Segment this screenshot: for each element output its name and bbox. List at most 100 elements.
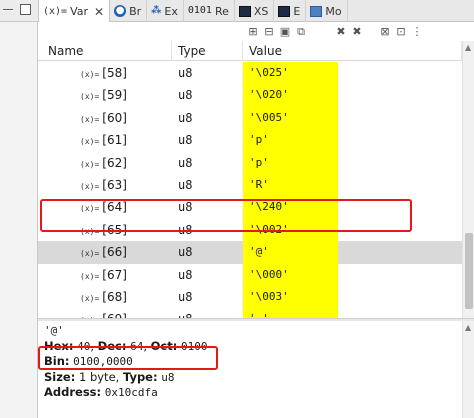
variable-type: u8 [178, 200, 193, 215]
minimize-icon[interactable] [3, 9, 13, 11]
expressions-icon: ⁂ [151, 5, 162, 16]
variable-icon: (x)= [80, 70, 100, 79]
table-row[interactable]: (x)= [64] u8 '\240' [38, 196, 462, 219]
view-toolbar: ⊞ ⊟ ▣ ⧉ ✖ ✖ ⊠ ⊡ ⋮ [38, 22, 474, 42]
variable-value[interactable]: '\000' [243, 263, 338, 286]
variable-name-cell: (x)= [66] [38, 241, 172, 263]
table-row[interactable]: (x)= [60] u8 '\005' [38, 106, 462, 130]
dec-value: 64 [130, 339, 144, 353]
variable-name: [63] [102, 177, 127, 192]
table-row[interactable]: (x)= [67] u8 '\000' [38, 263, 462, 286]
table-row[interactable]: (x)= [59] u8 '\020' [38, 84, 462, 107]
variable-name: [60] [102, 110, 127, 125]
tab-modules[interactable]: Mo [306, 0, 348, 22]
variable-icon: (x)= [80, 271, 100, 281]
column-header-name[interactable]: Name [38, 41, 172, 61]
left-panel-stub [0, 0, 38, 418]
show-type-names-icon[interactable]: ⊟ [262, 25, 276, 39]
terminal-icon [278, 5, 291, 17]
left-panel-tab [0, 0, 38, 22]
variable-name: [64] [102, 200, 127, 215]
table-row[interactable]: (x)= [65] u8 '\002' [38, 218, 462, 242]
view-menu-icon[interactable]: ⋮ [410, 25, 424, 39]
variable-icon: (x)= [80, 293, 100, 303]
tab-label: Var [70, 5, 89, 18]
oct-value: 0100 [181, 339, 208, 353]
variable-name-cell: (x)= [67] [38, 264, 172, 286]
variable-value[interactable]: '\025' [243, 62, 338, 85]
table-body: (x)= [58] u8 '\025' (x)= [59] u8 '\020' (x)= [60]… [38, 62, 462, 318]
tab-label: E [293, 4, 301, 18]
variable-type: u8 [178, 155, 193, 170]
variable-name: [61] [102, 133, 127, 148]
scroll-up-icon[interactable]: ▲ [465, 43, 471, 52]
table-row[interactable]: (x)= [58] u8 '\025' [38, 62, 462, 85]
variable-value[interactable]: ' ' [243, 308, 338, 318]
variable-name-cell: (x)= [61] [38, 129, 172, 151]
xsystem-terminal-icon [238, 5, 251, 17]
tab-registers[interactable]: 0101 Re [184, 0, 235, 22]
variable-value[interactable]: '@' [243, 241, 338, 264]
scroll-up-icon[interactable]: ▲ [465, 323, 471, 332]
tab-label: Br [129, 4, 142, 18]
variable-icon: (x)= [80, 249, 100, 259]
table-row[interactable]: (x)= [63] u8 'R' [38, 173, 462, 197]
variable-type: u8 [178, 267, 193, 282]
variable-value[interactable]: '\005' [243, 106, 338, 130]
column-header-value[interactable]: Value [243, 41, 462, 61]
new-window-icon[interactable]: ⊡ [394, 25, 408, 39]
remove-all-icon[interactable]: ✖ [334, 25, 348, 39]
tab-xsystem[interactable]: XS [235, 0, 275, 22]
table-row[interactable]: (x)= [62] u8 'p' [38, 151, 462, 174]
variable-value[interactable]: '\002' [243, 218, 338, 242]
tab-label: Ex [164, 4, 178, 18]
size-value: 1 byte [78, 369, 116, 384]
variable-value[interactable]: '\240' [243, 196, 338, 219]
tab-label: Re [214, 4, 229, 18]
scrollbar-thumb[interactable] [465, 233, 473, 309]
detail-char-line: '@' [44, 323, 462, 339]
table-row[interactable]: (x)= [66] u8 '@' [38, 241, 462, 264]
variable-value[interactable]: 'p' [243, 151, 338, 174]
variable-value[interactable]: 'R' [243, 173, 338, 197]
variable-value[interactable]: '\003' [243, 285, 338, 309]
column-header-type[interactable]: Type [172, 41, 243, 61]
variable-icon: (x)= [80, 181, 100, 191]
tab-breakpoints[interactable]: ● Br [110, 0, 148, 22]
dec-label: Dec: [97, 338, 127, 353]
bin-label: Bin: [44, 354, 70, 369]
collapse-all-icon[interactable]: ⊞ [246, 25, 260, 39]
variable-name-cell: (x)= [62] [38, 152, 172, 174]
table-row[interactable]: (x)=[69]u8' ' [38, 308, 462, 318]
table-row[interactable]: (x)= [68] u8 '\003' [38, 285, 462, 309]
variable-name-cell: (x)= [64] [38, 196, 172, 218]
detail-char-value: '@' [44, 324, 64, 337]
variable-icon: (x)= [80, 137, 100, 147]
tab-terminal[interactable]: E [274, 0, 307, 22]
maximize-icon[interactable] [20, 4, 31, 15]
remove-icon[interactable]: ✖ [350, 25, 364, 39]
table-row[interactable]: (x)= [61] u8 'p' [38, 129, 462, 152]
detail-scrollbar[interactable]: ▲ [462, 321, 474, 418]
variable-type: u8 [178, 222, 193, 237]
variable-type: u8 [178, 245, 193, 260]
show-logical-structure-icon[interactable]: ▣ [278, 25, 292, 39]
variable-name: [62] [102, 155, 127, 170]
variable-value[interactable]: 'p' [243, 129, 338, 152]
variables-icon: (x)= [43, 5, 68, 17]
view-tab-bar: (x)= Var ✕ ● Br ⁂ Ex 0101 Re XS E Mo [38, 0, 474, 23]
variable-name: [59] [102, 88, 127, 103]
layout-icon[interactable]: ⊠ [378, 25, 392, 39]
select-all-icon[interactable]: ⧉ [294, 25, 308, 39]
variable-value[interactable]: '\020' [243, 84, 338, 107]
table-scrollbar[interactable]: ▲ [462, 41, 474, 318]
variable-name: [58] [102, 66, 127, 80]
close-icon[interactable]: ✕ [94, 5, 104, 19]
breakpoints-icon: ● [114, 5, 127, 17]
tab-expressions[interactable]: ⁂ Ex [147, 0, 184, 22]
bin-value: 0100,0000 [73, 355, 133, 369]
variable-name-cell: (x)=[69] [38, 308, 172, 318]
modules-icon [310, 5, 323, 17]
variable-type: u8 [178, 133, 193, 148]
tab-variables[interactable]: (x)= Var ✕ [38, 0, 111, 23]
